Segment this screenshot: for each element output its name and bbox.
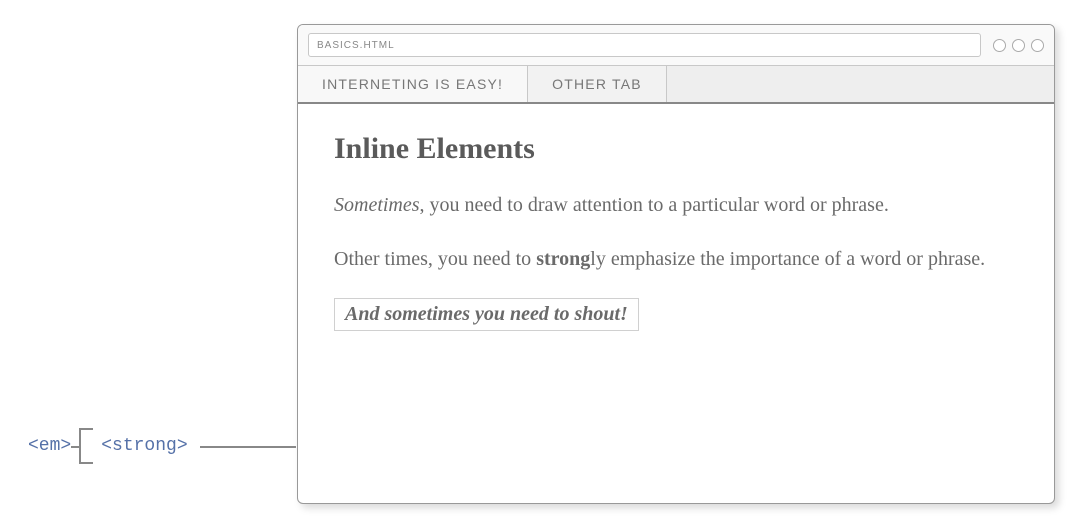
tab-interneting[interactable]: INTERNETING IS EASY! — [298, 66, 528, 102]
tab-label: OTHER TAB — [552, 76, 642, 92]
address-row: BASICS.HTML — [298, 25, 1054, 66]
address-bar[interactable]: BASICS.HTML — [308, 33, 981, 57]
close-icon[interactable] — [1031, 39, 1044, 52]
p1-rest: , you need to draw attention to a partic… — [420, 194, 889, 216]
paragraph-strong-example: Other times, you need to strongly emphas… — [334, 244, 1018, 274]
em-word: Sometimes — [334, 194, 420, 216]
browser-window: BASICS.HTML INTERNETING IS EASY! OTHER T… — [297, 24, 1055, 504]
strong-word: strong — [536, 248, 590, 270]
connector-line — [200, 446, 296, 448]
bracket-icon — [79, 428, 93, 464]
shout-box: And sometimes you need to shout! — [334, 298, 639, 331]
window-controls — [993, 39, 1044, 52]
page-content: Inline Elements Sometimes, you need to d… — [298, 104, 1054, 359]
strong-tag-label: <strong> — [101, 436, 187, 456]
shout-text: And sometimes you need to shout! — [345, 303, 628, 325]
page-heading: Inline Elements — [334, 132, 1018, 166]
tabs-row: INTERNETING IS EASY! OTHER TAB — [298, 66, 1054, 104]
p2-pre: Other times, you need to — [334, 248, 536, 270]
annotation-labels: <em> <strong> — [28, 428, 296, 464]
address-text: BASICS.HTML — [317, 40, 395, 51]
em-tag-label: <em> — [28, 436, 71, 456]
minimize-icon[interactable] — [993, 39, 1006, 52]
paragraph-em-example: Sometimes, you need to draw attention to… — [334, 190, 1018, 220]
tab-label: INTERNETING IS EASY! — [322, 76, 503, 92]
maximize-icon[interactable] — [1012, 39, 1025, 52]
tab-other[interactable]: OTHER TAB — [528, 66, 667, 102]
p2-post: ly emphasize the importance of a word or… — [590, 248, 985, 270]
